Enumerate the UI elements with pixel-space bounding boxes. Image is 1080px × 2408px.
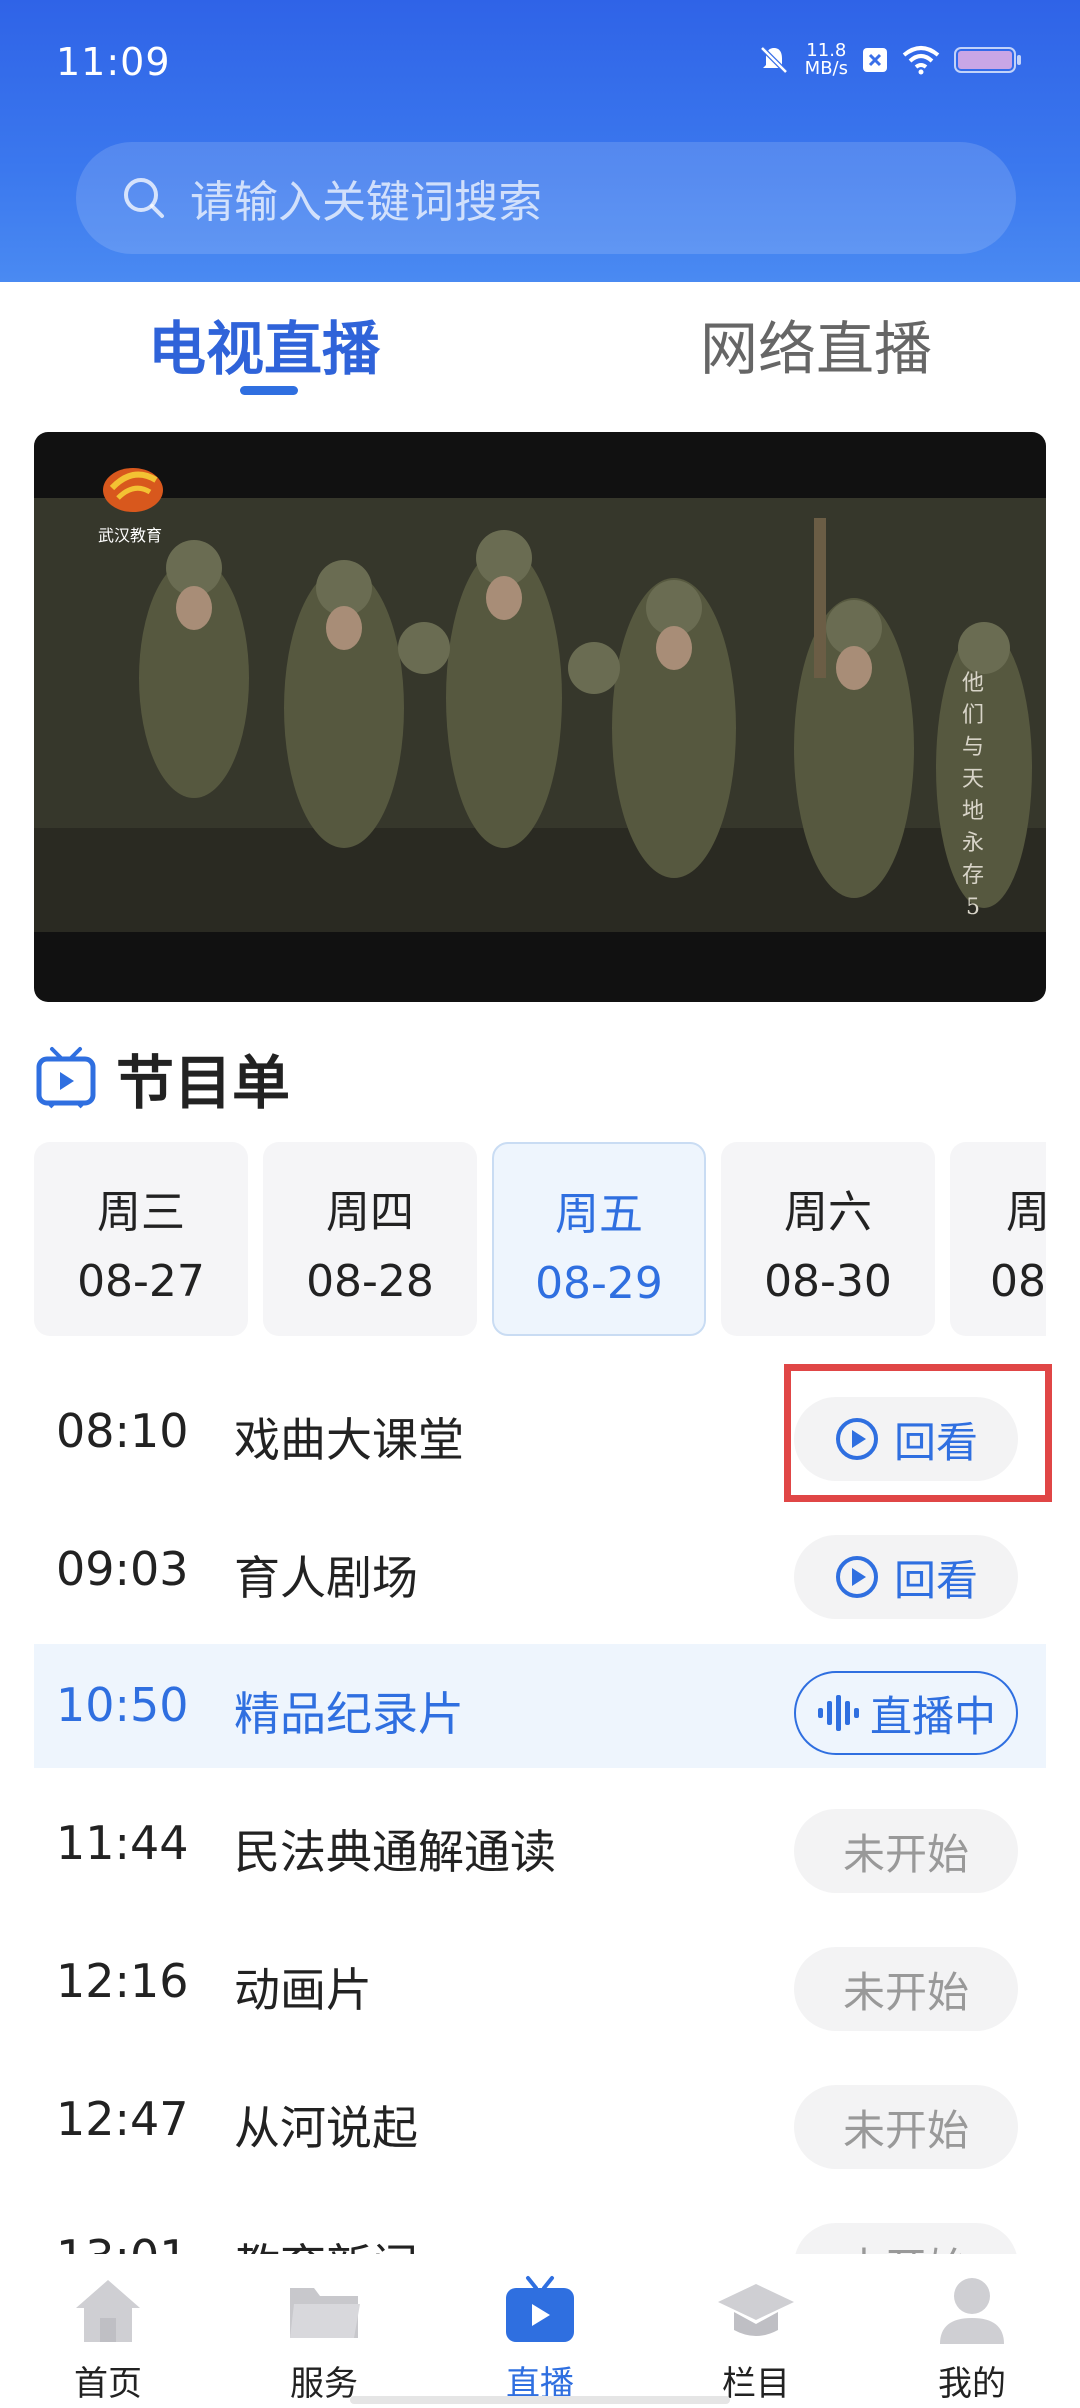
program-time: 12:16 [56,1954,189,2008]
network-speed-unit: MB/s [804,58,848,79]
status-bar: 11:09 11.8 MB/s [0,0,1080,120]
program-row[interactable]: 12:47 从河说起 未开始 [34,2058,1046,2182]
search-bar[interactable]: 请输入关键词搜索 [76,142,1016,254]
bell-muted-icon [759,46,788,74]
nav-live[interactable]: 直播 [470,2274,610,2405]
program-time: 11:44 [56,1816,189,1870]
header: 11:09 11.8 MB/s 请输入关键词搜索 [0,0,1080,282]
video-overlay-text: 他们与天地永存5 [961,671,984,920]
video-frame: 他们与天地永存5 [34,498,1046,932]
program-time: 10:50 [56,1678,189,1732]
home-icon [76,2280,140,2342]
not-started-badge: 未开始 [794,1947,1018,2031]
day-date: 08-30 [764,1256,892,1307]
live-now-button[interactable]: 直播中 [794,1671,1018,1755]
status-icons: 11.8 MB/s [757,42,1022,78]
nav-mine-label: 我的 [938,2364,1006,2404]
search-input[interactable]: 请输入关键词搜索 [190,166,542,230]
channel-logo-text: 武汉教育 [98,526,163,545]
program-name: 精品纪录片 [234,1687,464,1741]
status-time: 11:09 [56,40,171,84]
nav-home[interactable]: 首页 [38,2274,178,2405]
nav-mine[interactable]: 我的 [902,2274,1042,2405]
close-box-icon [863,48,887,72]
day-item[interactable]: 周日 08-31 [950,1142,1046,1336]
home-indicator [350,2396,730,2404]
day-date: 08-31 [990,1256,1046,1307]
nav-service[interactable]: 服务 [254,2274,394,2405]
tv-icon [506,2276,574,2342]
audio-wave-icon [817,1695,859,1731]
day-date: 08-28 [306,1256,434,1307]
video-scene-image [34,498,1046,932]
program-row[interactable]: 12:16 动画片 未开始 [34,1920,1046,2044]
bottom-nav: 首页 服务 直播 栏目 我的 [0,2254,1080,2408]
day-selector: 周三 08-27 周四 08-28 周五 08-29 周六 08-30 周日 0… [34,1142,1046,1338]
live-now-label: 直播中 [869,1691,996,1741]
search-icon [124,178,164,218]
day-item[interactable]: 周四 08-28 [263,1142,477,1336]
nav-columns[interactable]: 栏目 [686,2274,826,2405]
tab-web-live[interactable]: 网络直播 [700,302,932,386]
channel-logo: 武汉教育 [98,458,168,546]
program-row-live[interactable]: 10:50 精品纪录片 直播中 [34,1644,1046,1768]
day-item-selected[interactable]: 周五 08-29 [492,1142,706,1336]
program-name: 民法典通解通读 [234,1825,556,1879]
day-weekday: 周三 [97,1187,185,1238]
program-name: 育人剧场 [234,1551,418,1605]
user-icon [940,2278,1004,2344]
not-started-badge: 未开始 [794,2223,1018,2254]
replay-button[interactable]: 回看 [794,1535,1018,1619]
program-row[interactable]: 13:01 教育新闻 未开始 [34,2196,1046,2254]
tv-icon [36,1047,96,1109]
day-weekday: 周日 [1006,1187,1046,1238]
replay-label: 回看 [893,1555,978,1605]
folder-icon [290,2288,360,2338]
program-time: 13:01 [56,2230,189,2254]
program-name: 动画片 [234,1963,372,2017]
program-name: 从河说起 [234,2101,418,2155]
day-item[interactable]: 周三 08-27 [34,1142,248,1336]
tab-indicator [240,386,298,395]
program-time: 09:03 [56,1542,189,1596]
tab-tv-live[interactable]: 电视直播 [148,302,380,386]
wifi-icon [902,46,940,75]
video-player[interactable]: 他们与天地永存5 武汉教育 [34,432,1046,1002]
schedule-header: 节目单 [36,1036,290,1120]
day-date: 08-27 [77,1256,205,1307]
day-weekday: 周六 [784,1187,872,1238]
day-weekday: 周四 [326,1187,414,1238]
network-speed: 11.8 MB/s [805,42,848,78]
battery-icon [954,47,1021,73]
play-circle-icon [835,1556,878,1598]
schedule-title: 节目单 [116,1049,291,1117]
not-started-badge: 未开始 [794,2085,1018,2169]
highlight-box [784,1364,1052,1502]
not-started-badge: 未开始 [794,1809,1018,1893]
channel-logo-icon [103,468,163,512]
program-name: 教育新闻 [234,2230,418,2254]
day-weekday: 周五 [555,1189,643,1240]
program-name: 戏曲大课堂 [234,1413,464,1467]
program-time: 08:10 [56,1404,189,1458]
program-row[interactable]: 11:44 民法典通解通读 未开始 [34,1782,1046,1906]
nav-home-label: 首页 [74,2364,142,2404]
live-tabs: 电视直播 网络直播 [0,282,1080,412]
day-date: 08-29 [535,1258,663,1309]
program-row[interactable]: 09:03 育人剧场 回看 [34,1508,1046,1632]
graduation-cap-icon [718,2284,794,2336]
program-time: 12:47 [56,2092,189,2146]
day-item[interactable]: 周六 08-30 [721,1142,935,1336]
